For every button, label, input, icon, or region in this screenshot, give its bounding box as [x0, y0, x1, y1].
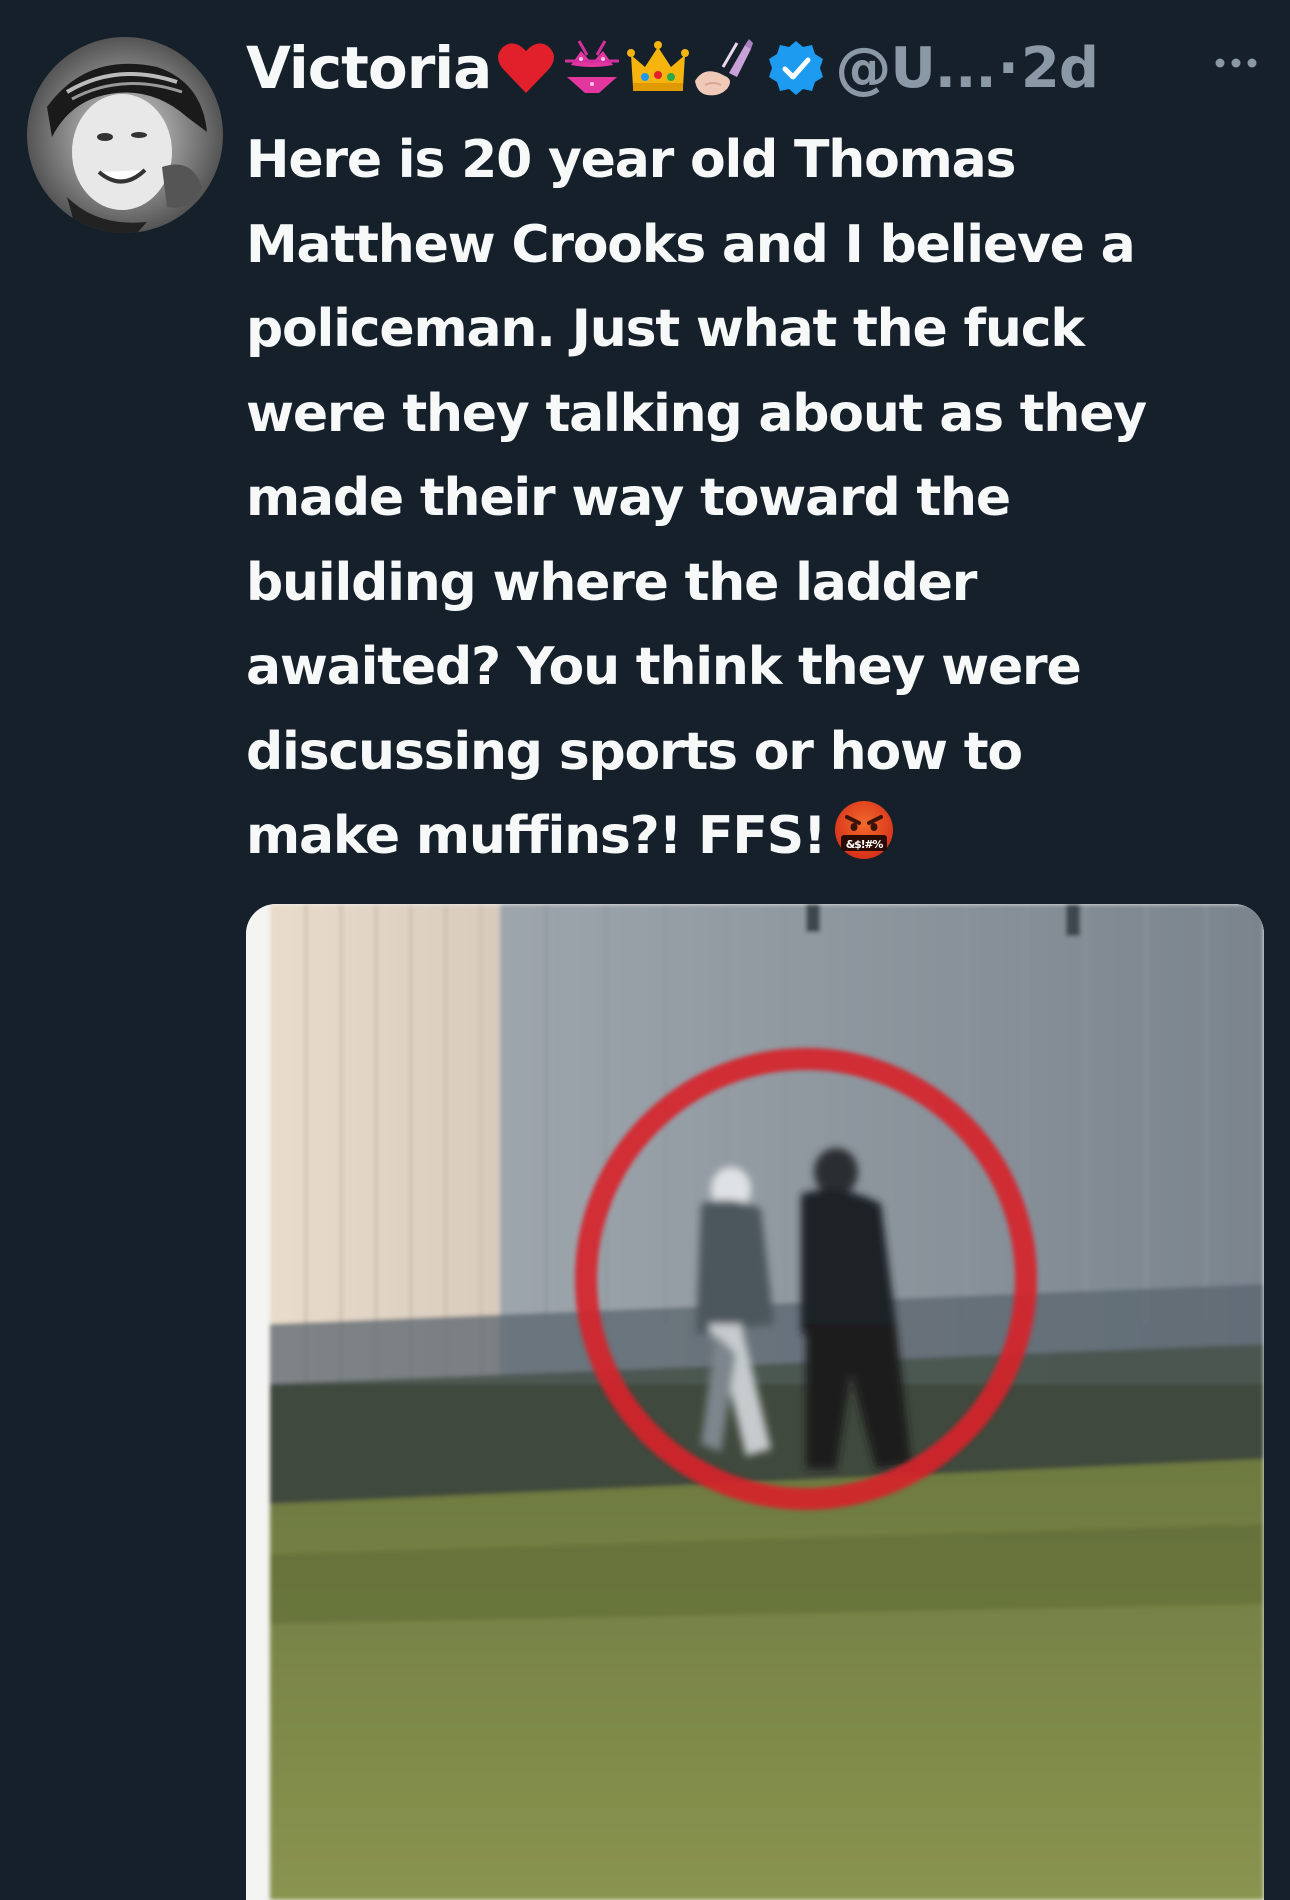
tweet-text-line: building where the ladder	[246, 552, 977, 613]
timestamp[interactable]: 2d	[1021, 36, 1099, 101]
tweet-text-line: Here is 20 year old Thomas	[246, 130, 1016, 190]
verified-badge-icon[interactable]	[767, 39, 825, 97]
display-name[interactable]: Victoria	[246, 34, 492, 102]
face-with-symbols-on-mouth-icon: &$!#%	[833, 799, 895, 861]
red-heart-icon	[495, 37, 557, 99]
more-options-icon[interactable]	[1210, 48, 1262, 78]
bikini-icon	[561, 37, 623, 99]
separator-dot: ·	[997, 35, 1019, 101]
tweet-text-line: awaited? You think they were	[246, 637, 1082, 697]
avatar-image	[27, 37, 223, 233]
avatar[interactable]	[27, 37, 223, 233]
tweet-text: Here is 20 year old Thomas Matthew Crook…	[246, 118, 1256, 879]
tweet-text-line: Matthew Crooks and I believe a	[246, 214, 1136, 275]
nail-polish-icon	[693, 37, 755, 99]
tweet-text-line: were they talking about as they	[246, 383, 1147, 444]
photo-two-people-circled	[246, 904, 1264, 1900]
crown-icon	[627, 37, 690, 99]
rage-symbols: &$!#%	[846, 838, 884, 851]
tweet-header: Victoria @U... · 2d	[246, 28, 1266, 108]
tweet-text-line: policeman. Just what the fuck	[246, 299, 1085, 359]
tweet-text-line: made their way toward the	[246, 468, 1011, 528]
tweet-text-final: make muffins?! FFS!	[246, 806, 827, 866]
tweet-text-line: discussing sports or how to	[246, 721, 1023, 782]
tweet[interactable]: Victoria @U... · 2d Here is 20 year old …	[0, 0, 1290, 1900]
tweet-media-photo[interactable]	[246, 904, 1264, 1900]
tweet-text-line-last: make muffins?! FFS! &$!#%	[246, 794, 1256, 879]
author-handle[interactable]: @U...	[835, 36, 996, 101]
